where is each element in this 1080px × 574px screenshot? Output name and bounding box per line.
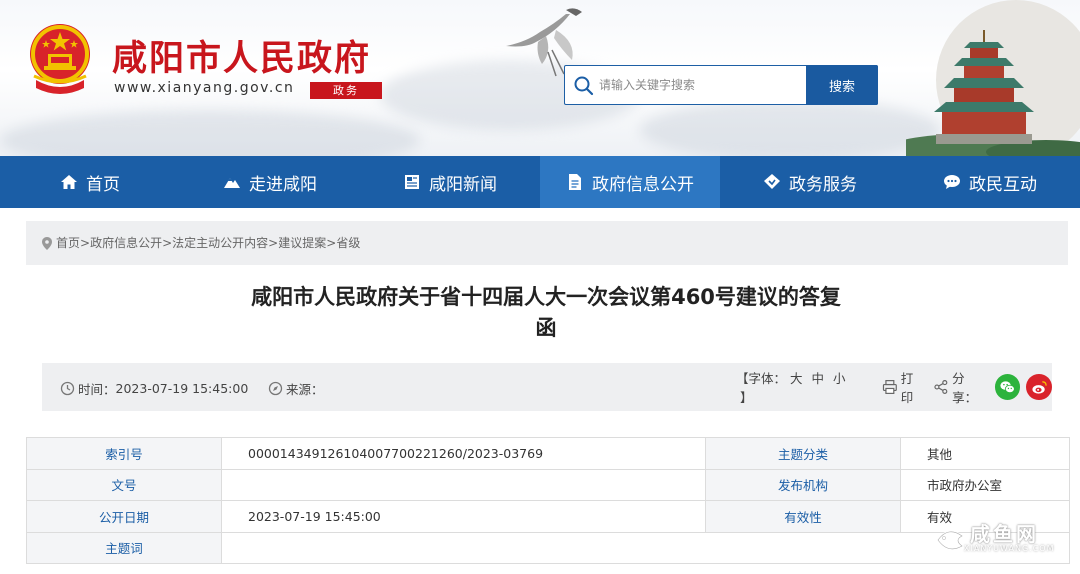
font-size-small-button[interactable]: 小: [833, 371, 846, 386]
print-label: 打印: [900, 371, 914, 405]
breadcrumb-link-statutory[interactable]: 法定主动公开内容: [172, 221, 268, 265]
nav-item-label: 政务服务: [789, 174, 857, 195]
breadcrumb-separator: >: [268, 236, 279, 250]
breadcrumb-separator: >: [80, 236, 91, 250]
clock-icon: [60, 381, 75, 396]
share-weibo-button[interactable]: [1026, 374, 1053, 400]
breadcrumb: 首页 > 政府信息公开 > 法定主动公开内容 > 建议提案 > 省级: [26, 221, 1068, 265]
article-source: 来源：: [268, 379, 324, 398]
watermark-subtext: XIANYUWANG.COM: [964, 544, 1055, 553]
search-button[interactable]: 搜索: [806, 65, 878, 105]
table-key: 主题词: [26, 531, 222, 564]
font-size-large-button[interactable]: 大: [790, 371, 803, 386]
nav-item-label: 咸阳新闻: [429, 174, 497, 195]
article-source-label: 来源：: [286, 382, 324, 397]
document-info-table: 索引号 000014349126104007700221260/2023-037…: [26, 437, 1070, 564]
article-title-line: 函: [535, 316, 557, 340]
table-key: 发布机构: [705, 468, 901, 501]
font-size-label-close: 】: [740, 390, 753, 405]
article-title: 咸阳市人民政府关于省十四届人大一次会议第460号建议的答复 函: [190, 282, 902, 344]
table-row: 公开日期 2023-07-19 15:45:00 有效性 有效: [26, 500, 1070, 533]
tower-decoration-icon: [906, 0, 1080, 156]
table-key: 公开日期: [26, 500, 222, 533]
watermark-logo: 咸鱼网 XIANYUWANG.COM: [930, 516, 1080, 574]
table-value: 市政府办公室: [900, 468, 1070, 501]
compass-icon: [268, 381, 283, 396]
publish-time-label: 时间：: [78, 382, 116, 397]
breadcrumb-separator: >: [162, 236, 173, 250]
table-key: 文号: [26, 468, 222, 501]
nav-item-about[interactable]: 走进咸阳: [180, 156, 360, 208]
breadcrumb-link-provincial[interactable]: 省级: [336, 221, 360, 265]
font-size-medium-button[interactable]: 中: [812, 371, 825, 386]
publish-time-value: 2023-07-19 15:45:00: [115, 381, 249, 396]
search-input[interactable]: [599, 66, 805, 104]
main-nav: 首页 走进咸阳 咸阳新闻 政府信息公开 政务服务 政民互动: [0, 156, 1080, 208]
site-title[interactable]: 咸阳市人民政府: [112, 30, 371, 81]
weibo-icon: [1032, 380, 1047, 394]
share-label: 分享：: [952, 371, 978, 405]
nav-item-label: 政府信息公开: [592, 174, 694, 195]
nav-item-label: 首页: [86, 174, 120, 195]
chat-icon: [944, 175, 960, 189]
home-icon: [61, 175, 77, 189]
fish-logo-icon: [936, 530, 965, 551]
watermark-text: 咸鱼网: [970, 522, 1039, 546]
document-icon: [569, 174, 581, 190]
service-icon: [764, 174, 780, 189]
site-tag-badge: 政务: [310, 82, 382, 99]
nav-item-services[interactable]: 政务服务: [720, 156, 900, 208]
mist-decoration: [0, 110, 420, 156]
table-row: 主题词: [26, 531, 1070, 564]
location-pin-icon: [42, 236, 52, 250]
nav-item-home[interactable]: 首页: [0, 156, 180, 208]
mist-decoration: [640, 100, 940, 156]
printer-icon: [882, 380, 897, 394]
breadcrumb-link-home[interactable]: 首页: [56, 221, 80, 265]
publish-time: 时间： 2023-07-19 15:45:00: [60, 379, 248, 398]
table-key: 有效性: [705, 500, 901, 533]
nav-item-news[interactable]: 咸阳新闻: [360, 156, 540, 208]
nav-item-interaction[interactable]: 政民互动: [900, 156, 1080, 208]
print-button[interactable]: 打印: [882, 368, 925, 406]
search-icon: [574, 76, 594, 96]
table-value: 2023-07-19 15:45:00: [221, 500, 706, 533]
article-meta-bar: 时间： 2023-07-19 15:45:00 来源： 【字体： 大 中 小 】…: [42, 363, 1053, 411]
article-title-line: 咸阳市人民政府关于省十四届人大一次会议第460号建议的答复: [251, 285, 841, 309]
site-url: www.xianyang.gov.cn: [114, 80, 295, 96]
font-size-label: 【字体：: [736, 371, 787, 386]
nav-item-label: 政民互动: [969, 174, 1037, 195]
article-tools: 【字体： 大 中 小 】 打印 分享：: [736, 371, 1053, 405]
share-wechat-button[interactable]: [994, 374, 1021, 400]
table-row: 文号 发布机构 市政府办公室: [26, 468, 1070, 501]
table-key: 主题分类: [705, 437, 901, 470]
breadcrumb-link-proposals[interactable]: 建议提案: [278, 221, 326, 265]
share-group: 分享：: [933, 368, 1053, 406]
national-emblem-icon: [30, 24, 90, 94]
breadcrumb-link-gov-info[interactable]: 政府信息公开: [90, 221, 162, 265]
breadcrumb-separator: >: [326, 236, 337, 250]
share-icon: [934, 380, 948, 394]
wechat-icon: [1000, 380, 1015, 393]
table-value: 其他: [900, 437, 1070, 470]
nav-item-gov-info[interactable]: 政府信息公开: [540, 156, 720, 208]
table-row: 索引号 000014349126104007700221260/2023-037…: [26, 437, 1070, 470]
table-value: 000014349126104007700221260/2023-03769: [221, 437, 706, 470]
mountain-icon: [224, 178, 240, 188]
table-value: [221, 468, 706, 501]
site-header: 咸阳市人民政府 www.xianyang.gov.cn 政务 搜索: [0, 0, 1080, 156]
newspaper-icon: [405, 175, 419, 189]
font-size-control: 【字体： 大 中 小 】: [736, 368, 864, 406]
nav-item-label: 走进咸阳: [249, 174, 317, 195]
table-key: 索引号: [26, 437, 222, 470]
search-box: 搜索: [564, 65, 878, 105]
